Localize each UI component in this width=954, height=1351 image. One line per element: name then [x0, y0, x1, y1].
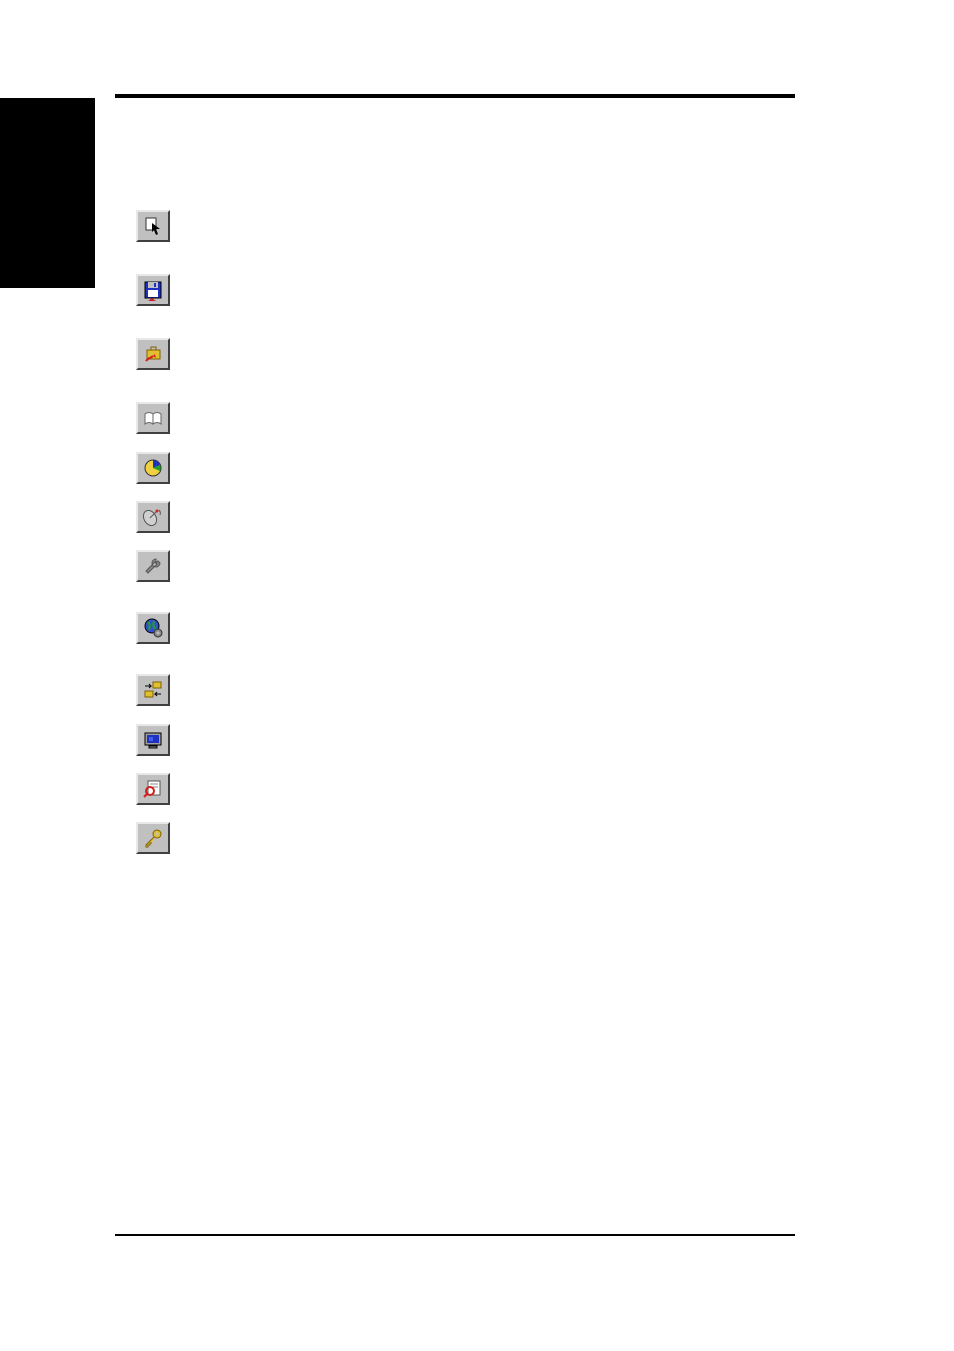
globe-settings-icon[interactable] [136, 612, 170, 644]
footer-rule [115, 1234, 795, 1236]
key-icon[interactable] [136, 822, 170, 854]
side-tab [0, 98, 95, 288]
document-page [0, 0, 954, 1351]
briefcase-export-icon[interactable] [136, 338, 170, 370]
save-disk-icon[interactable] [136, 274, 170, 306]
search-page-icon[interactable] [136, 773, 170, 805]
folder-sync-icon[interactable] [136, 674, 170, 706]
satellite-dish-icon[interactable] [136, 501, 170, 533]
header-rule [115, 94, 795, 98]
monitor-icon[interactable] [136, 724, 170, 756]
wrench-icon[interactable] [136, 550, 170, 582]
pie-chart-icon[interactable] [136, 452, 170, 484]
open-book-icon[interactable] [136, 402, 170, 434]
cursor-document-icon[interactable] [136, 210, 170, 242]
